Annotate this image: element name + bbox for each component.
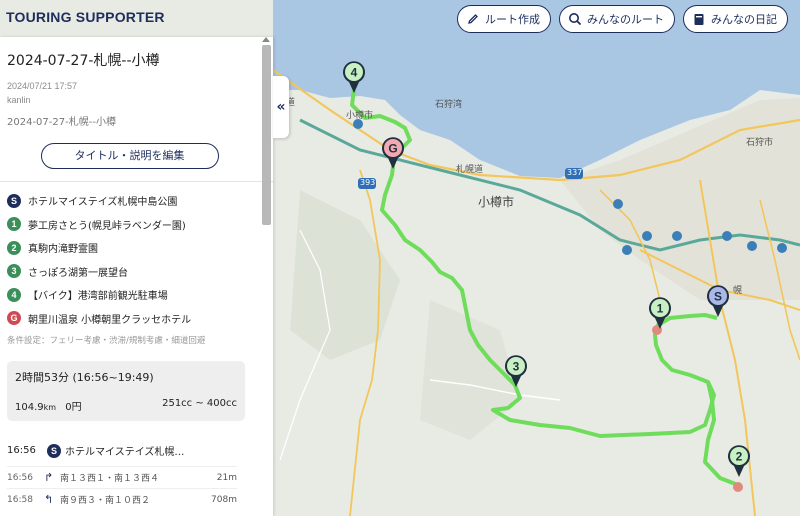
waypoint-item[interactable]: 2 真駒内滝野霊園 — [7, 236, 260, 260]
toll-value: 0円 — [65, 402, 82, 413]
waypoint-badge: 2 — [7, 240, 21, 255]
book-icon — [692, 12, 706, 26]
duration-text: 2時間53分 (16:56~19:49) — [15, 371, 154, 384]
waypoint-list: S ホテルマイステイズ札幌中島公園 1 夢工房さとう(幌見峠ラベンダー園) 2 … — [7, 189, 260, 330]
waypoint-item[interactable]: G 朝里川温泉 小樽朝里クラッセホテル — [7, 307, 260, 331]
route-shield-337: 337 — [567, 168, 583, 177]
step-text: 南１３西１・南１３西４ — [60, 474, 160, 484]
pencil-icon — [466, 12, 480, 26]
waypoint-item[interactable]: 3 さっぽろ湖第一展望台 — [7, 260, 260, 284]
route-date: 2024/07/21 17:57 — [7, 81, 78, 91]
map-label-sapporo-road: 札幌道 — [456, 165, 484, 175]
waypoint-name: 【バイク】港湾部前観光駐車場 — [28, 291, 168, 303]
route-summary: 2時間53分 (16:56~19:49) 104.9km 0円 251cc ~ … — [7, 361, 245, 421]
waypoint-item[interactable]: 4 【バイク】港湾部前観光駐車場 — [7, 283, 260, 307]
map-label-otaru-city: 小樽市 — [478, 195, 515, 209]
create-route-label: ルート作成 — [485, 13, 540, 26]
marker-2[interactable]: 2 — [726, 444, 752, 478]
waypoint-item[interactable]: S ホテルマイステイズ札幌中島公園 — [7, 189, 260, 213]
waypoint-badge: 3 — [7, 264, 21, 279]
map-label-ishikari-bay: 石狩湾 — [435, 100, 463, 110]
goal-badge: G — [7, 311, 21, 326]
route-author: kanlin — [7, 95, 31, 105]
step-time: 16:58 — [7, 494, 33, 505]
distance-toll: 104.9km 0円 — [15, 398, 82, 413]
marker-3[interactable]: 3 — [503, 354, 529, 388]
waypoint-name: 真駒内滝野霊園 — [28, 244, 98, 256]
step-list: 16:56 ↱ 南１３西１・南１３西４ 21m 16:58 ↰ 南９西３・南１０… — [7, 466, 260, 510]
sidebar-scrollbar[interactable] — [262, 45, 271, 225]
waypoint-name: さっぽろ湖第一展望台 — [28, 267, 128, 279]
start-badge: S — [7, 193, 21, 208]
svg-text:S: S — [714, 290, 722, 304]
waypoint-badge: 1 — [7, 217, 21, 232]
top-toolbar: ルート作成 みんなのルート みんなの日記 — [457, 5, 788, 33]
everyone-routes-label: みんなのルート — [587, 13, 664, 26]
marker-1[interactable]: 1 — [647, 296, 673, 330]
waypoint-badge: 4 — [7, 287, 21, 302]
waypoint-item[interactable]: 1 夢工房さとう(幌見峠ラベンダー園) — [7, 213, 260, 237]
displacement-value: 251cc ~ 400cc — [162, 398, 237, 409]
turn-right-icon: ↱ — [44, 471, 54, 484]
everyone-diary-label: みんなの日記 — [711, 13, 777, 26]
start-badge: S — [47, 443, 61, 458]
create-route-button[interactable]: ルート作成 — [457, 5, 551, 33]
map-label-sapporo: 幌 — [733, 286, 743, 296]
route-title: 2024-07-27-札幌--小樽 — [7, 53, 160, 69]
route-description: 2024-07-27-札幌--小樽 — [7, 117, 116, 128]
svg-text:3: 3 — [513, 360, 520, 374]
marker-4[interactable]: 4 — [341, 60, 367, 94]
everyone-routes-button[interactable]: みんなのルート — [559, 5, 675, 33]
collapse-sidebar-button[interactable]: « — [273, 76, 289, 138]
waypoint-name: ホテルマイステイズ札幌中島公園 — [28, 197, 178, 209]
map-label-otaru-small: 小樽市 — [346, 111, 374, 121]
svg-text:G: G — [388, 142, 397, 156]
svg-text:4: 4 — [351, 66, 358, 80]
svg-text:1: 1 — [657, 302, 664, 316]
step-distance: 708m — [211, 494, 237, 505]
app-logo[interactable]: TOURING SUPPORTER — [6, 9, 165, 25]
route-sidebar: 2024-07-27-札幌--小樽 2024/07/21 17:57 kanli… — [0, 37, 273, 516]
distance-value: 104.9km — [15, 402, 57, 413]
route-shield-393: 393 — [360, 178, 376, 187]
map-label-ishikari: 石狩市 — [746, 138, 774, 148]
turn-left-icon: ↰ — [44, 493, 54, 506]
step-name: ホテルマイステイズ札幌… — [65, 447, 185, 458]
svg-text:2: 2 — [736, 450, 743, 464]
marker-start[interactable]: S — [705, 284, 731, 318]
scroll-up-arrow[interactable] — [262, 37, 270, 42]
step-time: 16:56 — [7, 445, 36, 456]
step-text: 南９西３・南１０西２ — [60, 496, 151, 506]
edit-title-button[interactable]: タイトル・説明を編集 — [40, 143, 219, 169]
step-row[interactable]: 16:56 ↱ 南１３西１・南１３西４ 21m — [7, 466, 237, 488]
waypoint-name: 夢工房さとう(幌見峠ラベンダー園) — [28, 220, 186, 232]
search-icon — [568, 12, 582, 26]
step-distance: 21m — [216, 472, 237, 483]
waypoint-name: 朝里川温泉 小樽朝里クラッセホテル — [28, 314, 192, 326]
step-start-row[interactable]: 16:56 S ホテルマイステイズ札幌… — [7, 443, 260, 458]
route-conditions: 条件設定：フェリー考慮・渋滞/規制考慮・細道回避 — [7, 336, 206, 346]
everyone-diary-button[interactable]: みんなの日記 — [683, 5, 788, 33]
double-chevron-left-icon: « — [276, 99, 286, 115]
divider — [0, 181, 273, 182]
step-time: 16:56 — [7, 472, 33, 483]
marker-goal[interactable]: G — [380, 136, 406, 170]
step-row[interactable]: 16:58 ↰ 南９西３・南１０西２ 708m — [7, 488, 237, 510]
